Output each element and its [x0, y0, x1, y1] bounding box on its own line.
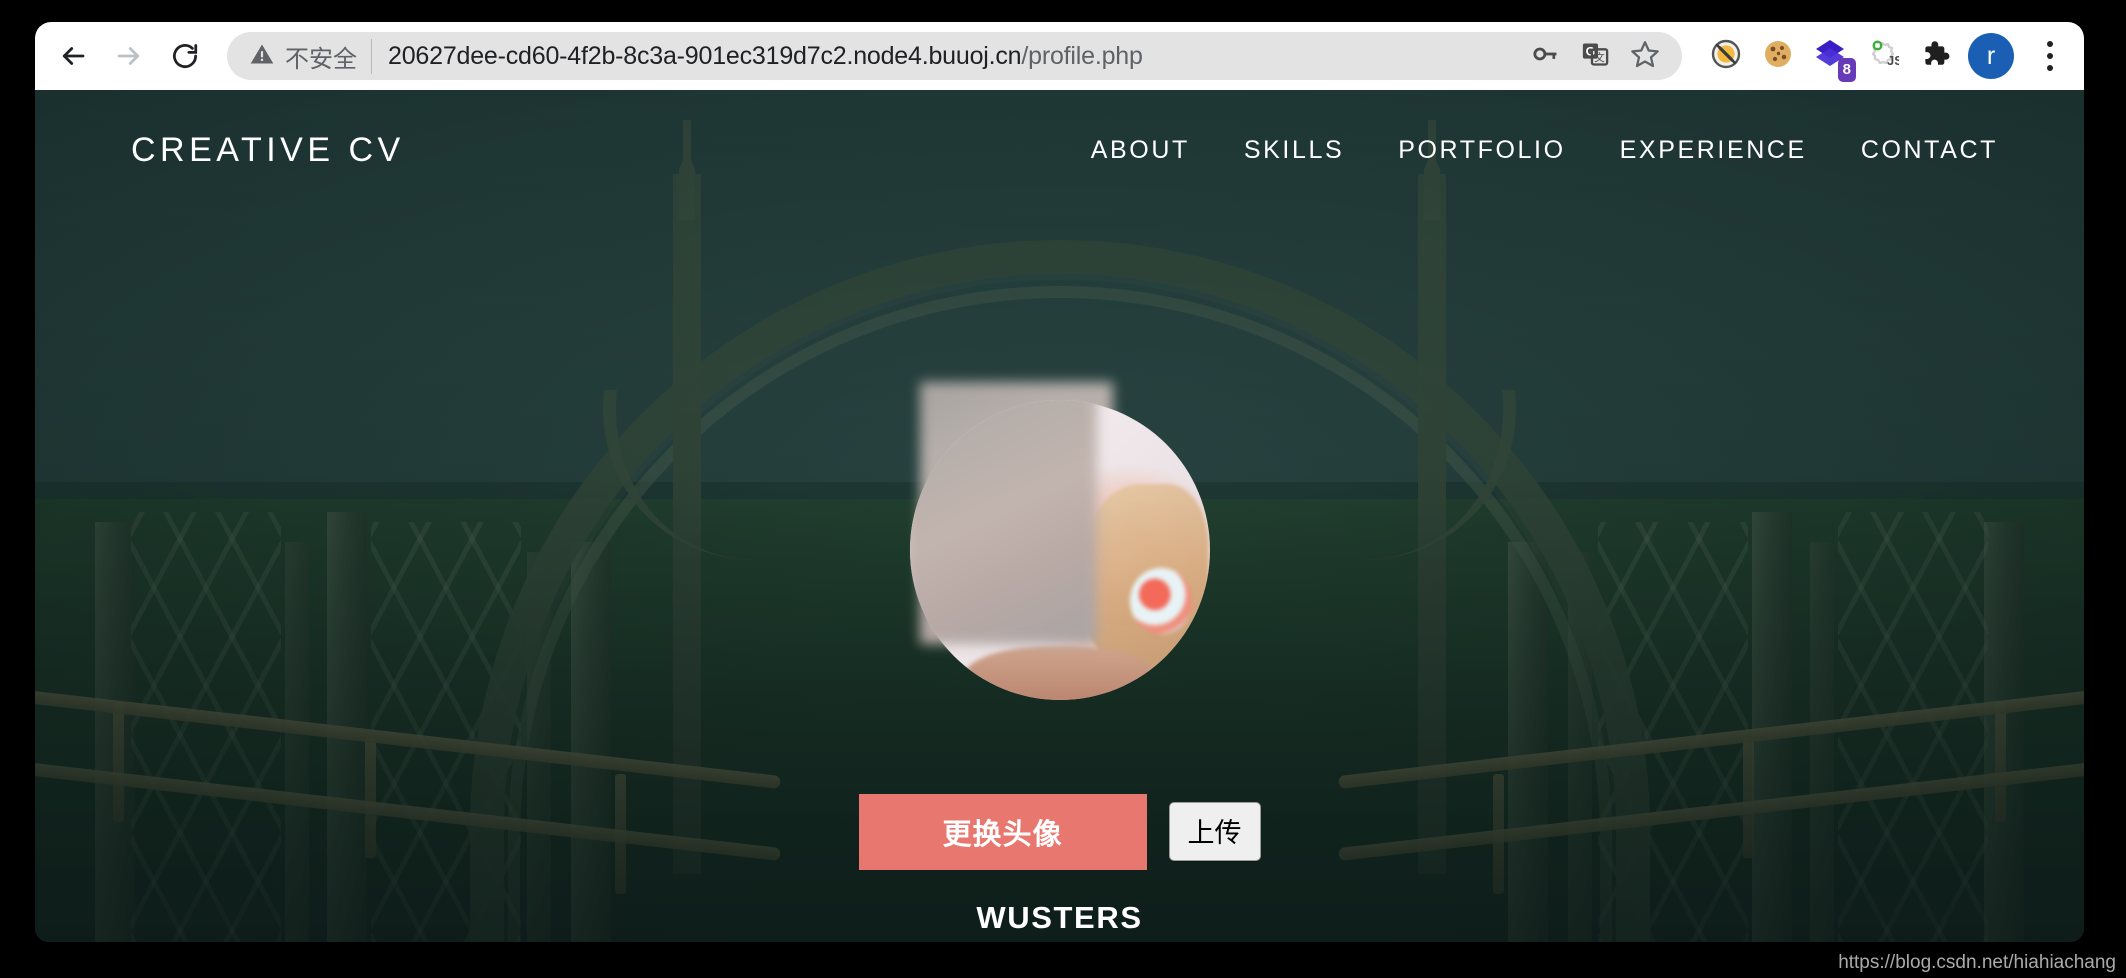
username-label: WUSTERS: [976, 900, 1143, 935]
address-bar[interactable]: 不安全 20627dee-cd60-4f2b-8c3a-901ec319d7c2…: [227, 32, 1682, 80]
layers-button[interactable]: 8: [1808, 34, 1856, 82]
cookie-icon: [1761, 37, 1795, 76]
security-warning-label: 不安全: [285, 44, 357, 73]
omnibox-actions: G 文: [1522, 33, 1668, 79]
site-logo[interactable]: CREATIVE CV: [131, 131, 405, 170]
avatar-photo-accent: [1129, 568, 1192, 634]
upload-button[interactable]: 上传: [1168, 802, 1261, 861]
adblock-icon: [1708, 36, 1744, 77]
bookmark-button[interactable]: [1622, 33, 1668, 79]
cookie-button[interactable]: [1756, 34, 1800, 78]
browser-toolbar: 不安全 20627dee-cd60-4f2b-8c3a-901ec319d7c2…: [35, 22, 2084, 90]
forward-button[interactable]: [101, 28, 157, 84]
javascript-toggle-button[interactable]: JS: [1860, 34, 1904, 78]
site-header: CREATIVE CV ABOUT SKILLS PORTFOLIO EXPER…: [35, 90, 2084, 210]
translate-icon: G 文: [1581, 40, 1609, 73]
avatar-photo-bottom: [963, 646, 1156, 700]
avatar-upload-row: 更换头像 上传: [858, 794, 1261, 870]
profile-section: 更换头像 上传 WUSTERS: [740, 400, 1380, 936]
javascript-toggle-icon: JS: [1865, 37, 1903, 76]
svg-text:JS: JS: [1887, 53, 1899, 68]
avatar-censor-overlay: [909, 400, 1097, 644]
url-path: /profile.php: [1021, 41, 1143, 70]
nav-item-skills[interactable]: SKILLS: [1244, 136, 1344, 165]
forward-arrow-icon: [114, 41, 144, 71]
change-avatar-button[interactable]: 更换头像: [858, 794, 1147, 870]
avatar: [909, 400, 1210, 700]
reload-icon: [170, 41, 200, 71]
bookmark-star-icon: [1630, 39, 1660, 74]
url-host: 20627dee-cd60-4f2b-8c3a-901ec319d7c2.nod…: [388, 41, 1022, 70]
warning-triangle-icon: [249, 41, 275, 72]
three-dot-menu-icon[interactable]: [2028, 30, 2072, 82]
password-key-button[interactable]: [1522, 33, 1568, 79]
back-button[interactable]: [45, 28, 101, 84]
extensions-puzzle-button[interactable]: [1912, 34, 1956, 78]
back-arrow-icon: [58, 41, 88, 71]
reload-button[interactable]: [157, 28, 213, 84]
extensions-puzzle-icon: [1917, 37, 1951, 76]
page-viewport: CREATIVE CV ABOUT SKILLS PORTFOLIO EXPER…: [35, 90, 2084, 942]
url-text: 20627dee-cd60-4f2b-8c3a-901ec319d7c2.nod…: [388, 42, 1512, 71]
password-key-icon: [1531, 40, 1559, 73]
layers-badge: 8: [1837, 58, 1856, 82]
profile-avatar[interactable]: r: [1968, 33, 2014, 79]
translate-button[interactable]: G 文: [1572, 33, 1618, 79]
nav-item-about[interactable]: ABOUT: [1091, 136, 1190, 165]
page-watermark: https://blog.csdn.net/hiahiachang: [1838, 952, 2116, 973]
nav-item-experience[interactable]: EXPERIENCE: [1620, 136, 1807, 165]
nav-item-portfolio[interactable]: PORTFOLIO: [1398, 136, 1565, 165]
adblock-button[interactable]: [1704, 34, 1748, 78]
browser-window: 不安全 20627dee-cd60-4f2b-8c3a-901ec319d7c2…: [35, 22, 2084, 942]
svg-text:文: 文: [1594, 51, 1605, 64]
nav-item-contact[interactable]: CONTACT: [1861, 136, 1998, 165]
site-nav: ABOUT SKILLS PORTFOLIO EXPERIENCE CONTAC…: [1091, 136, 1998, 165]
extensions-area: 8 JS: [1704, 34, 1956, 82]
security-status[interactable]: 不安全: [249, 38, 372, 74]
